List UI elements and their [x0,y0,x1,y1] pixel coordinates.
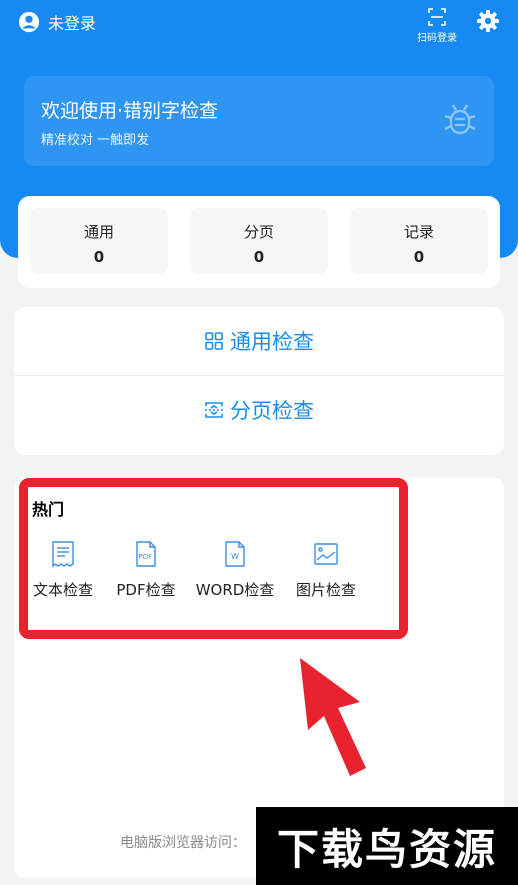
scan-login-label: 扫码登录 [417,33,457,44]
stat-value: 0 [93,248,105,266]
bug-icon [444,104,476,135]
stats-panel: 通用 0 分页 0 记录 0 [18,196,500,288]
stat-value: 0 [253,248,265,266]
pointer-arrow-icon [300,658,366,776]
user-avatar-icon [18,11,40,33]
stat-general[interactable]: 通用 0 [30,208,168,274]
paged-check-button[interactable]: 分页检查 [14,376,504,444]
watermark-logo: 下载鸟资源 [256,807,518,885]
welcome-banner: 欢迎使用·错别字检查 精准校对 一触即发 [24,76,494,166]
watermark-text: 下载鸟资源 [276,824,497,874]
login-status[interactable]: 未登录 [18,10,96,34]
paged-check-label: 分页检查 [230,399,314,423]
stat-label: 通用 [83,223,114,241]
top-bar: 未登录 扫码登录 [0,0,518,50]
browser-access-text: 电脑版浏览器访问： [120,835,246,851]
stat-paged[interactable]: 分页 0 [190,208,328,274]
scan-login-button[interactable]: 扫码登录 [414,7,460,44]
settings-gear-icon[interactable] [476,9,500,33]
check-actions-panel: 通用检查 分页检查 [14,307,504,455]
scan-icon [428,8,446,26]
general-check-label: 通用检查 [230,330,314,354]
highlight-box [19,478,408,639]
page-split-icon [205,402,223,418]
general-check-button[interactable]: 通用检查 [14,307,504,375]
stat-label: 记录 [403,223,434,241]
stat-value: 0 [413,248,425,266]
login-status-label: 未登录 [48,14,97,33]
stat-label: 分页 [243,223,274,241]
welcome-subtitle: 精准校对 一触即发 [41,133,150,148]
grid-icon [205,332,223,350]
welcome-title: 欢迎使用·错别字检查 [41,100,219,122]
stat-records[interactable]: 记录 0 [350,208,488,274]
